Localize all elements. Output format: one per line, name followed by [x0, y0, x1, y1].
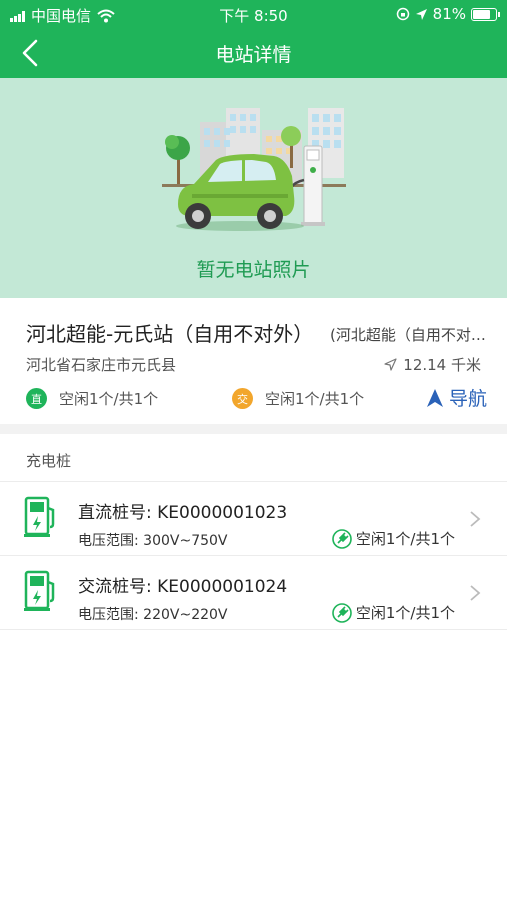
navigation-arrow-icon — [384, 358, 397, 371]
station-alias: (河北超能（自用不对外） — [330, 326, 500, 344]
rotation-lock-icon — [396, 7, 409, 21]
chevron-right-icon — [470, 511, 481, 527]
pile-number: 直流桩号: KE0000001023 — [78, 503, 288, 523]
station-info-card: 河北超能-元氏站（自用不对外） (河北超能（自用不对外） 河北省石家庄市元氏县 … — [0, 298, 507, 424]
battery-fill — [473, 9, 490, 19]
battery-percent: 81% — [432, 5, 466, 23]
station-photo-placeholder: 暂无电站照片 — [0, 78, 507, 298]
ac-availability: 交 空闲1个/共1个 — [232, 388, 364, 409]
page-title: 电站详情 — [215, 44, 292, 66]
navigate-arrow-icon — [426, 388, 443, 407]
dc-status: 空闲1个/共1个 — [59, 390, 159, 408]
no-photo-text: 暂无电站照片 — [196, 259, 311, 281]
pile-number: 交流桩号: KE0000001024 — [78, 577, 288, 597]
navigate-button[interactable]: 导航 — [425, 384, 487, 411]
station-address: 河北省石家庄市元氏县 — [26, 356, 177, 374]
status-bar: 中国电信 下午 8:50 81% — [0, 0, 507, 28]
distance-value: 12.14 千米 — [403, 356, 481, 374]
plug-icon — [332, 528, 352, 549]
station-name: 河北超能-元氏站（自用不对外） — [26, 322, 314, 346]
ac-status: 空闲1个/共1个 — [265, 390, 365, 408]
pile-status: 空闲1个/共1个 — [332, 602, 455, 623]
dc-availability: 直 空闲1个/共1个 — [26, 388, 158, 409]
pile-status: 空闲1个/共1个 — [332, 528, 455, 549]
pile-status-text: 空闲1个/共1个 — [355, 530, 455, 548]
station-distance: 12.14 千米 — [384, 354, 481, 375]
pile-item[interactable]: 交流桩号: KE0000001024 电压范围: 220V~220V 空闲1个/… — [0, 556, 507, 628]
plug-icon — [332, 602, 352, 623]
location-arrow-icon — [415, 8, 427, 20]
charging-pile-icon — [24, 496, 55, 537]
separator — [0, 629, 507, 630]
section-divider — [0, 424, 507, 434]
pile-item[interactable]: 直流桩号: KE0000001023 电压范围: 300V~750V 空闲1个/… — [0, 482, 507, 554]
pile-voltage: 电压范围: 300V~750V — [78, 533, 228, 549]
pile-voltage: 电压范围: 220V~220V — [78, 607, 228, 623]
navigation-bar: 电站详情 — [0, 28, 507, 78]
navigate-label: 导航 — [448, 388, 487, 410]
pile-status-text: 空闲1个/共1个 — [355, 604, 455, 622]
battery-icon — [471, 7, 500, 21]
piles-section-title: 充电桩 — [26, 452, 72, 470]
ac-badge: 交 — [232, 388, 253, 409]
status-bar-right: 81% — [396, 5, 500, 23]
charging-pile-icon — [24, 570, 55, 611]
chevron-right-icon — [470, 585, 481, 601]
dc-badge: 直 — [26, 388, 47, 409]
electric-car-illustration — [162, 108, 346, 231]
